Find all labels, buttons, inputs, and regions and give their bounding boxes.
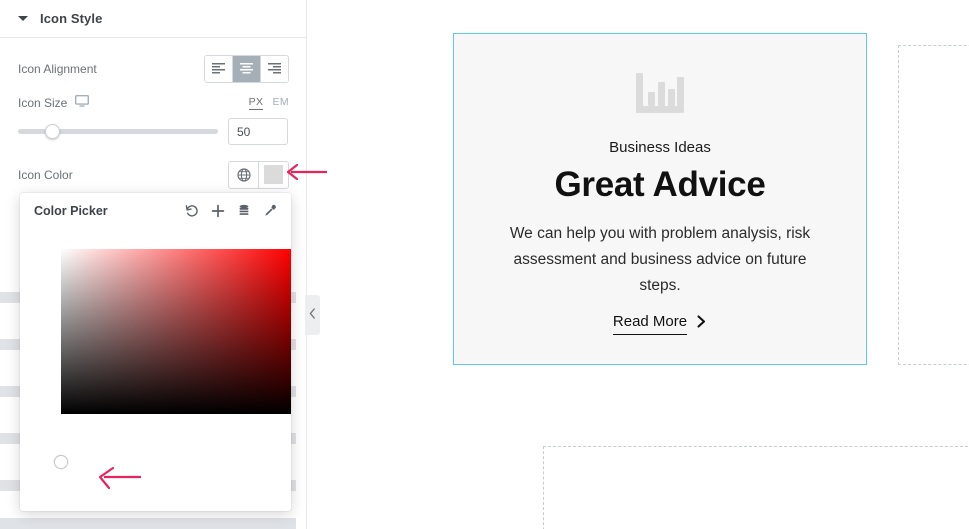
- plus-icon[interactable]: [207, 200, 229, 222]
- icon-size-slider-handle[interactable]: [45, 124, 60, 139]
- card-description: We can help you with problem analysis, r…: [509, 225, 811, 294]
- panel-collapse-handle[interactable]: [305, 295, 320, 335]
- unit-px[interactable]: PX: [248, 96, 264, 110]
- unit-em[interactable]: EM: [272, 96, 289, 108]
- bar-chart-icon: [634, 69, 686, 122]
- align-right-button[interactable]: [261, 55, 288, 82]
- icon-size-input[interactable]: 50: [228, 118, 288, 145]
- card-subtitle: Business Ideas: [609, 139, 711, 156]
- row-icon-alignment: Icon Alignment: [0, 54, 307, 83]
- align-left-button[interactable]: [205, 55, 233, 82]
- saturation-handle[interactable]: [55, 456, 67, 468]
- screen-root: Business Ideas Great Advice We can help …: [0, 0, 969, 529]
- saturation-value-area[interactable]: [61, 249, 291, 414]
- desktop-icon[interactable]: [75, 94, 90, 112]
- icon-color-swatch[interactable]: [259, 161, 288, 188]
- color-picker-title: Color Picker: [34, 204, 108, 218]
- icon-size-label: Icon Size: [18, 96, 68, 110]
- library-icon[interactable]: [233, 200, 255, 222]
- chevron-left-icon: [309, 306, 316, 324]
- icon-color-label: Icon Color: [18, 167, 73, 182]
- read-more-label: Read More: [612, 313, 688, 335]
- icon-box-widget[interactable]: Business Ideas Great Advice We can help …: [453, 33, 867, 365]
- color-picker-header: Color Picker: [20, 193, 291, 229]
- color-picker-popup[interactable]: Color Picker: [20, 193, 291, 511]
- row-icon-color: Icon Color: [0, 160, 307, 189]
- align-center-button[interactable]: [233, 55, 261, 82]
- icon-alignment-label: Icon Alignment: [18, 61, 97, 76]
- section-title: Icon Style: [40, 11, 103, 26]
- chevron-right-icon: [696, 315, 707, 333]
- row-icon-size: Icon Size PX EM: [0, 94, 307, 112]
- globe-icon[interactable]: [229, 161, 259, 188]
- preview-canvas[interactable]: Business Ideas Great Advice We can help …: [307, 0, 969, 529]
- icon-alignment-group[interactable]: [204, 54, 289, 83]
- read-more-link[interactable]: Read More: [612, 313, 707, 335]
- panel-divider: [0, 518, 296, 529]
- color-picker-tools: [181, 200, 281, 222]
- swatch-fill: [264, 165, 283, 184]
- eyedropper-icon[interactable]: [259, 200, 281, 222]
- dashed-placeholder-bottom[interactable]: [543, 446, 969, 529]
- dashed-placeholder-right[interactable]: [898, 45, 969, 365]
- undo-icon[interactable]: [181, 200, 203, 222]
- icon-color-controls[interactable]: [228, 160, 289, 189]
- chevron-down-icon: [18, 16, 28, 21]
- card-title: Great Advice: [554, 165, 766, 204]
- icon-size-units[interactable]: PX EM: [248, 96, 289, 110]
- arrow-to-hex-field: [98, 466, 141, 490]
- section-header-icon-style[interactable]: Icon Style: [0, 0, 306, 38]
- arrow-to-color-swatch: [286, 163, 327, 181]
